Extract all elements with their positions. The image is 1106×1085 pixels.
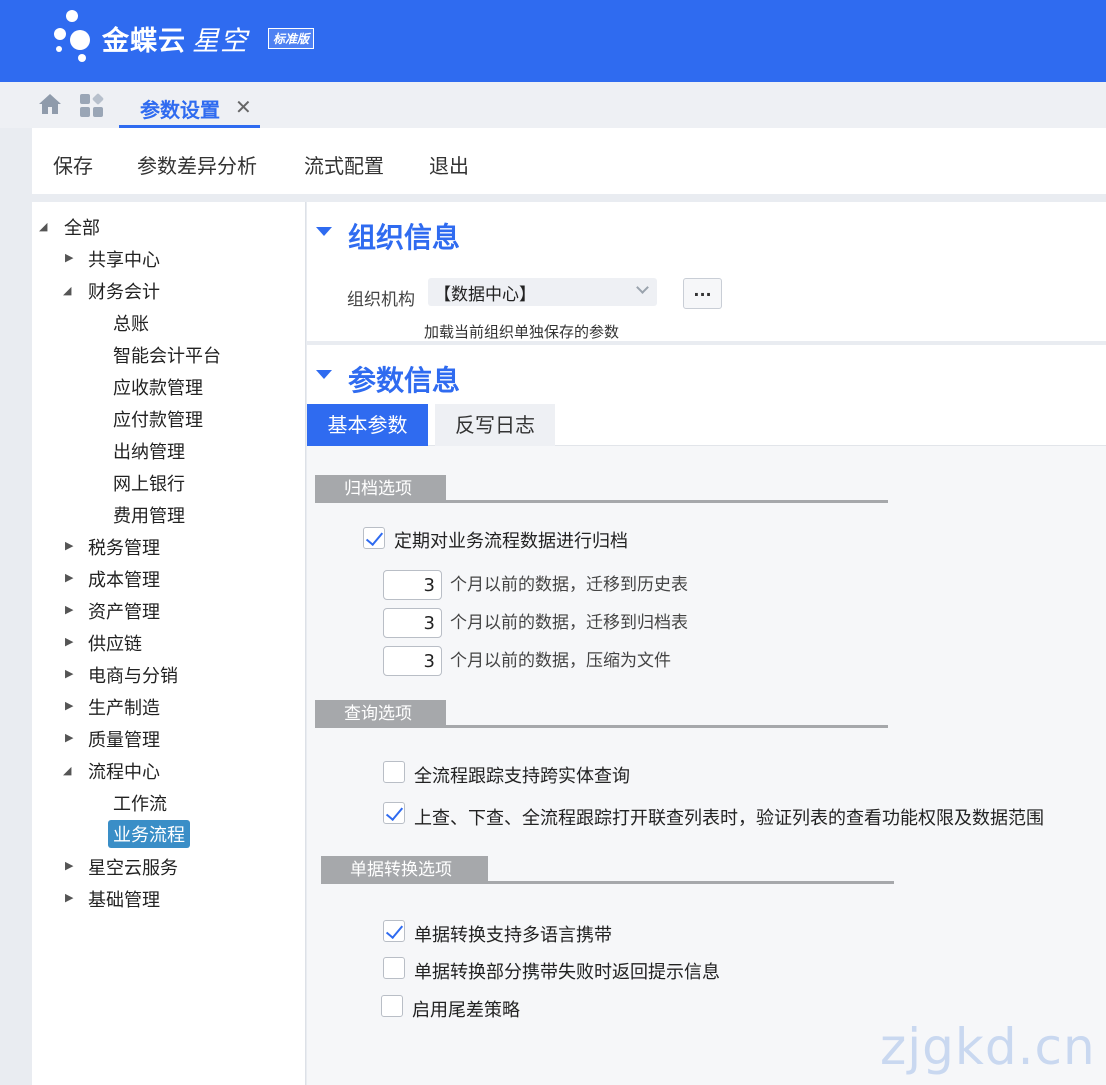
collapse-triangle-icon[interactable] (316, 227, 332, 236)
tab-strip: 参数设置 ✕ (0, 82, 1106, 128)
logo-icon (54, 10, 100, 72)
compress-months-input[interactable]: 3 (383, 646, 442, 676)
divider (488, 881, 894, 884)
tree-item[interactable]: 生产制造 (88, 694, 160, 720)
cross-entity-query-checkbox[interactable] (383, 761, 405, 783)
tab-writeback-log[interactable]: 反写日志 (435, 404, 555, 446)
tree-item[interactable]: 星空云服务 (88, 854, 178, 880)
exit-button[interactable]: 退出 (429, 150, 469, 179)
group-title: 归档选项 (315, 475, 446, 503)
verify-permission-checkbox[interactable] (383, 802, 405, 824)
collapse-triangle-icon[interactable] (316, 370, 332, 379)
tree-item[interactable]: 税务管理 (88, 534, 160, 560)
close-icon[interactable]: ✕ (235, 95, 252, 119)
brand-name: 金蝶云 (102, 26, 186, 57)
tree-item[interactable]: 工作流 (113, 790, 167, 816)
flow-config-button[interactable]: 流式配置 (304, 150, 384, 179)
collapsed-arrow-icon[interactable]: ▶ (65, 251, 73, 264)
group-header-convert: 单据转换选项 (321, 856, 894, 884)
collapsed-arrow-icon[interactable]: ▶ (65, 635, 73, 648)
tree-item[interactable]: 供应链 (88, 630, 142, 656)
product-name: 星空 (192, 26, 248, 57)
expanded-arrow-icon[interactable]: ◢ (63, 284, 71, 297)
tree-item[interactable]: 资产管理 (88, 598, 160, 624)
collapsed-arrow-icon[interactable]: ▶ (65, 699, 73, 712)
module-tree: ◢ 全部 ▶ 共享中心 ◢ 财务会计 总账 智能会计平台 应收款管理 应付款管理… (32, 202, 306, 1085)
archive-enabled-checkbox[interactable] (363, 527, 385, 549)
expanded-arrow-icon[interactable]: ◢ (39, 220, 47, 233)
section-title-param: 参数信息 (348, 364, 461, 397)
multilang-carry-label: 单据转换支持多语言携带 (414, 925, 612, 946)
tree-item[interactable]: 应收款管理 (113, 374, 203, 400)
brand-logo: 金蝶云 星空 (102, 19, 248, 58)
group-header-query: 查询选项 (315, 700, 888, 728)
tree-item[interactable]: 流程中心 (88, 758, 160, 784)
save-button[interactable]: 保存 (53, 150, 93, 179)
edition-badge: 标准版 (268, 28, 315, 49)
tree-item[interactable]: 智能会计平台 (113, 342, 221, 368)
tree-item[interactable]: 费用管理 (113, 502, 185, 528)
org-select[interactable]: 【数据中心】 (428, 278, 657, 306)
archive-months-label: 个月以前的数据，迁移到归档表 (450, 613, 688, 633)
param-info-panel: 参数信息 基本参数 反写日志 归档选项 定期对业务流程数据进行归档 3 个月以前… (307, 345, 1106, 1085)
app-header: 金蝶云 星空 标准版 (0, 0, 1106, 82)
tail-diff-strategy-label: 启用尾差策略 (412, 1000, 520, 1021)
home-icon[interactable] (38, 92, 62, 116)
divider (446, 725, 888, 728)
partial-fail-hint-checkbox[interactable] (383, 957, 405, 979)
collapsed-arrow-icon[interactable]: ▶ (65, 891, 73, 904)
tree-item[interactable]: 共享中心 (88, 246, 160, 272)
watermark: zjgkd.cn (880, 1018, 1096, 1076)
divider (446, 500, 888, 503)
group-title: 单据转换选项 (321, 856, 488, 884)
collapsed-arrow-icon[interactable]: ▶ (65, 859, 73, 872)
archive-enabled-label: 定期对业务流程数据进行归档 (394, 531, 628, 552)
tree-item[interactable]: 基础管理 (88, 886, 160, 912)
collapsed-arrow-icon[interactable]: ▶ (65, 571, 73, 584)
org-lookup-button[interactable]: ... (683, 278, 722, 309)
verify-permission-label: 上查、下查、全流程跟踪打开联查列表时，验证列表的查看功能权限及数据范围 (414, 808, 1044, 829)
org-hint: 加载当前组织单独保存的参数 (424, 323, 620, 341)
apps-icon[interactable] (80, 92, 106, 118)
tree-item[interactable]: 总账 (113, 310, 149, 336)
toolbar: 保存 参数差异分析 流式配置 退出 (32, 128, 1106, 194)
org-info-panel: 组织信息 组织机构 【数据中心】 ... 加载当前组织单独保存的参数 (307, 202, 1106, 341)
tree-item-selected[interactable]: 业务流程 (108, 820, 190, 848)
diff-analysis-button[interactable]: 参数差异分析 (137, 150, 257, 179)
param-tabs: 基本参数 反写日志 (307, 404, 1106, 446)
history-months-label: 个月以前的数据，迁移到历史表 (450, 575, 688, 595)
tab-basic-params[interactable]: 基本参数 (307, 404, 428, 446)
cross-entity-query-label: 全流程跟踪支持跨实体查询 (414, 766, 630, 787)
partial-fail-hint-label: 单据转换部分携带失败时返回提示信息 (414, 962, 720, 983)
org-label: 组织机构 (347, 290, 415, 310)
section-title-org: 组织信息 (348, 221, 461, 254)
tree-item[interactable]: 应付款管理 (113, 406, 203, 432)
param-body: 归档选项 定期对业务流程数据进行归档 3 个月以前的数据，迁移到历史表 3 个月… (307, 446, 1106, 1085)
group-header-archive: 归档选项 (315, 475, 888, 503)
tree-item[interactable]: 电商与分销 (88, 662, 178, 688)
tree-item[interactable]: 质量管理 (88, 726, 160, 752)
org-select-value: 【数据中心】 (434, 285, 536, 305)
archive-months-input[interactable]: 3 (383, 608, 442, 638)
tab-label: 参数设置 (140, 98, 220, 122)
expanded-arrow-icon[interactable]: ◢ (63, 764, 71, 777)
collapsed-arrow-icon[interactable]: ▶ (65, 667, 73, 680)
tree-item[interactable]: 出纳管理 (113, 438, 185, 464)
tree-item[interactable]: 财务会计 (88, 278, 160, 304)
tree-item[interactable]: 网上银行 (113, 470, 185, 496)
collapsed-arrow-icon[interactable]: ▶ (65, 731, 73, 744)
compress-months-label: 个月以前的数据，压缩为文件 (450, 651, 671, 671)
collapsed-arrow-icon[interactable]: ▶ (65, 603, 73, 616)
tab-param-settings[interactable]: 参数设置 ✕ (119, 88, 260, 128)
group-title: 查询选项 (315, 700, 446, 728)
chevron-down-icon (636, 281, 649, 294)
tree-root[interactable]: 全部 (64, 214, 100, 240)
tail-diff-strategy-checkbox[interactable] (381, 995, 403, 1017)
tree-item[interactable]: 成本管理 (88, 566, 160, 592)
collapsed-arrow-icon[interactable]: ▶ (65, 539, 73, 552)
multilang-carry-checkbox[interactable] (383, 920, 405, 942)
history-months-input[interactable]: 3 (383, 570, 442, 600)
